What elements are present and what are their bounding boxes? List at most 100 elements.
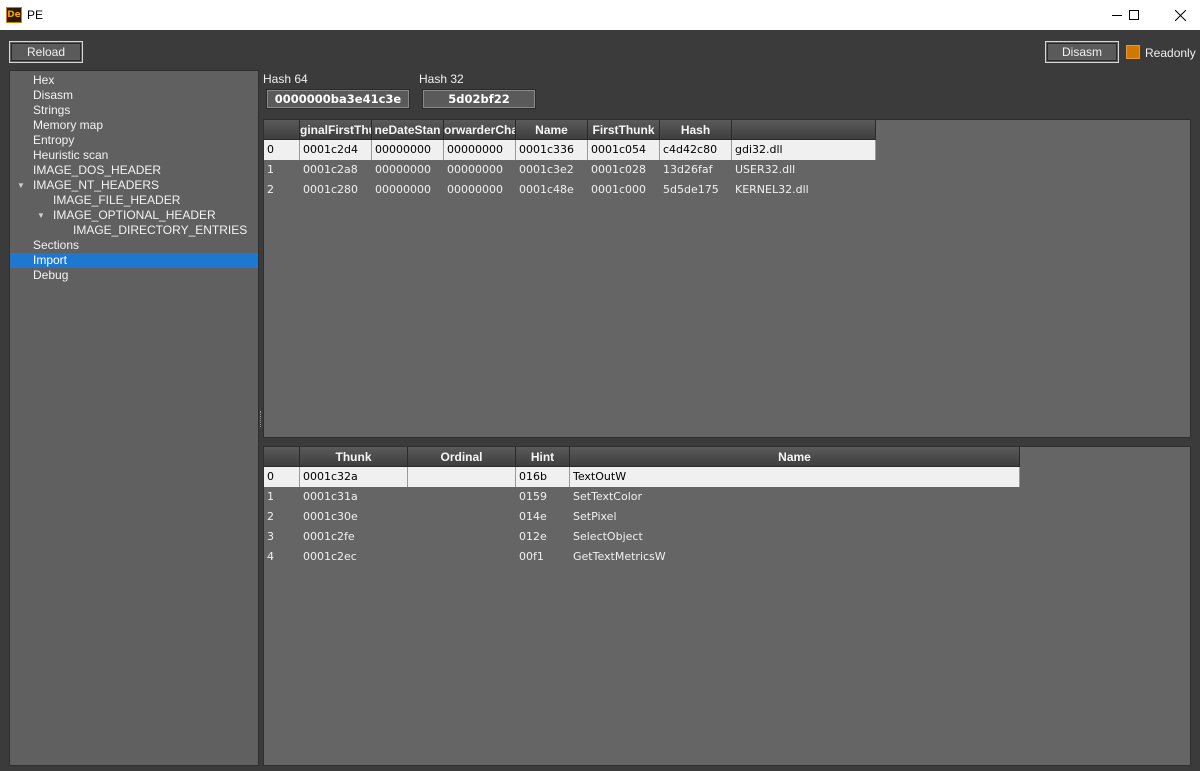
table-cell: 4	[267, 550, 274, 563]
tree-item-heuristic-scan[interactable]: Heuristic scan	[10, 148, 258, 163]
column-header-thunk[interactable]: Thunk	[300, 447, 408, 467]
table-cell: 00000000	[447, 163, 503, 176]
tree-item-disasm[interactable]: Disasm	[10, 88, 258, 103]
table-cell: 0	[264, 140, 300, 160]
tree-item-image-file-header[interactable]: IMAGE_FILE_HEADER	[10, 193, 258, 208]
column-header-hash[interactable]: Hash	[660, 120, 732, 140]
table-cell: 0001c2d4	[300, 140, 372, 160]
table-cell: 0001c31a	[303, 490, 358, 503]
table-cell: 016b	[516, 467, 570, 487]
expand-arrow-icon[interactable]: ▼	[37, 208, 45, 223]
table-cell: 00000000	[447, 183, 503, 196]
maximize-icon[interactable]	[1111, 0, 1157, 30]
table-cell: KERNEL32.dll	[735, 183, 809, 196]
table-cell: 0001c32a	[300, 467, 408, 487]
close-icon[interactable]	[1157, 0, 1200, 30]
table-cell: 0001c280	[303, 183, 359, 196]
function-row[interactable]: 3 0001c2fe 012e SelectObject	[264, 527, 1020, 547]
tree-item-label: Entropy	[33, 133, 75, 147]
title-bar: De PE	[0, 0, 1200, 30]
tree-item-hex[interactable]: Hex	[10, 73, 258, 88]
tree-item-label: IMAGE_DIRECTORY_ENTRIES	[73, 223, 248, 237]
imports-table[interactable]: ginalFirstThu neDateStan orwarderCha Name Fi…	[263, 119, 1191, 438]
column-header-hint[interactable]: Hint	[516, 447, 570, 467]
table-cell: 13d26faf	[663, 163, 713, 176]
table-cell: TextOutW	[570, 467, 1020, 487]
tree-item-label: IMAGE_DOS_HEADER	[33, 163, 162, 177]
column-header-index[interactable]	[264, 447, 300, 467]
tree-item-image-dos-header[interactable]: IMAGE_DOS_HEADER	[10, 163, 258, 178]
column-header-first-thunk[interactable]: FirstThunk	[588, 120, 660, 140]
tree-item-label: IMAGE_FILE_HEADER	[53, 193, 181, 207]
function-row[interactable]: 0 0001c32a 016b TextOutW	[264, 467, 1020, 487]
tree-item-memory-map[interactable]: Memory map	[10, 118, 258, 133]
tree-item-sections[interactable]: Sections	[10, 238, 258, 253]
window-title: PE	[27, 8, 44, 22]
table-cell: 0001c2a8	[303, 163, 358, 176]
column-header-original-first-thunk[interactable]: ginalFirstThu	[300, 120, 372, 140]
import-row[interactable]: 1 0001c2a8 00000000 00000000 0001c3e2 0001c02…	[264, 160, 876, 180]
tree-item-strings[interactable]: Strings	[10, 103, 258, 118]
tree-item-label: Sections	[33, 238, 80, 252]
import-row[interactable]: 0 0001c2d4 00000000 00000000 0001c336 0001c05…	[264, 140, 876, 160]
tree-item-entropy[interactable]: Entropy	[10, 133, 258, 148]
table-cell: 00000000	[444, 140, 516, 160]
hash64-value: 0000000ba3e41c3e	[266, 89, 410, 109]
tree-item-label: IMAGE_OPTIONAL_HEADER	[53, 208, 216, 222]
table-cell: 0001c3e2	[519, 163, 574, 176]
readonly-label: Readonly	[1145, 46, 1196, 60]
tree-item-debug[interactable]: Debug	[10, 268, 258, 283]
tree-item-label: Memory map	[33, 118, 104, 132]
tree-item-image-optional-header[interactable]: ▼ IMAGE_OPTIONAL_HEADER	[10, 208, 258, 223]
expand-arrow-icon[interactable]: ▼	[17, 178, 25, 193]
table-cell	[408, 527, 516, 547]
tree-item-label: Strings	[33, 103, 71, 117]
tree-item-label: Disasm	[33, 88, 74, 102]
table-cell: c4d42c80	[660, 140, 732, 160]
column-header-ordinal[interactable]: Ordinal	[408, 447, 516, 467]
tree-item-image-directory-entries[interactable]: IMAGE_DIRECTORY_ENTRIES	[10, 223, 258, 238]
table-cell: 0001c054	[588, 140, 660, 160]
tree-item-import[interactable]: Import	[10, 253, 258, 268]
import-functions-table[interactable]: Thunk Ordinal Hint Name 0 0001c32a 016b TextOut…	[263, 446, 1191, 766]
table-cell: GetTextMetricsW	[573, 550, 666, 563]
table-cell: 00000000	[375, 183, 431, 196]
table-cell: SelectObject	[573, 530, 643, 543]
import-row[interactable]: 2 0001c280 00000000 00000000 0001c48e 0001c00…	[264, 180, 876, 200]
column-header-index[interactable]	[264, 120, 300, 140]
readonly-checkbox[interactable]	[1126, 45, 1140, 59]
table-cell: 0001c30e	[303, 510, 358, 523]
tree-item-label: Hex	[33, 73, 55, 87]
table-cell: 0001c000	[591, 183, 647, 196]
column-header-library[interactable]	[732, 120, 876, 140]
table-cell: 1	[267, 490, 274, 503]
disasm-button[interactable]: Disasm	[1045, 41, 1119, 63]
tree-item-label: Heuristic scan	[33, 148, 109, 162]
table-cell: 0001c028	[591, 163, 647, 176]
table-cell	[408, 467, 516, 487]
function-row[interactable]: 1 0001c31a 0159 SetTextColor	[264, 487, 1020, 507]
table-cell: gdi32.dll	[732, 140, 876, 160]
table-cell	[408, 507, 516, 527]
app-logo-icon: De	[6, 7, 22, 23]
table-cell: 2	[267, 510, 274, 523]
column-header-name[interactable]: Name	[516, 120, 588, 140]
reload-button[interactable]: Reload	[9, 41, 83, 63]
hash32-value: 5d02bf22	[422, 89, 536, 109]
tree-item-image-nt-headers[interactable]: ▼ IMAGE_NT_HEADERS	[10, 178, 258, 193]
table-cell: 5d5de175	[663, 183, 719, 196]
column-header-forwarder-chain[interactable]: orwarderCha	[444, 120, 516, 140]
tree-item-label: Import	[33, 253, 68, 267]
column-header-time-date-stamp[interactable]: neDateStan	[372, 120, 444, 140]
table-cell	[408, 547, 516, 567]
tree-item-label: Debug	[33, 268, 69, 282]
function-row[interactable]: 4 0001c2ec 00f1 GetTextMetricsW	[264, 547, 1020, 567]
table-cell	[408, 487, 516, 507]
function-row[interactable]: 2 0001c30e 014e SetPixel	[264, 507, 1020, 527]
table-cell: SetTextColor	[573, 490, 643, 503]
navigation-tree[interactable]: Hex Disasm Strings Memory map Entropy Heurist…	[9, 70, 259, 766]
table-cell: 00f1	[519, 550, 544, 563]
table-cell: 012e	[519, 530, 547, 543]
column-header-function-name[interactable]: Name	[570, 447, 1020, 467]
table-cell: 0	[264, 467, 300, 487]
